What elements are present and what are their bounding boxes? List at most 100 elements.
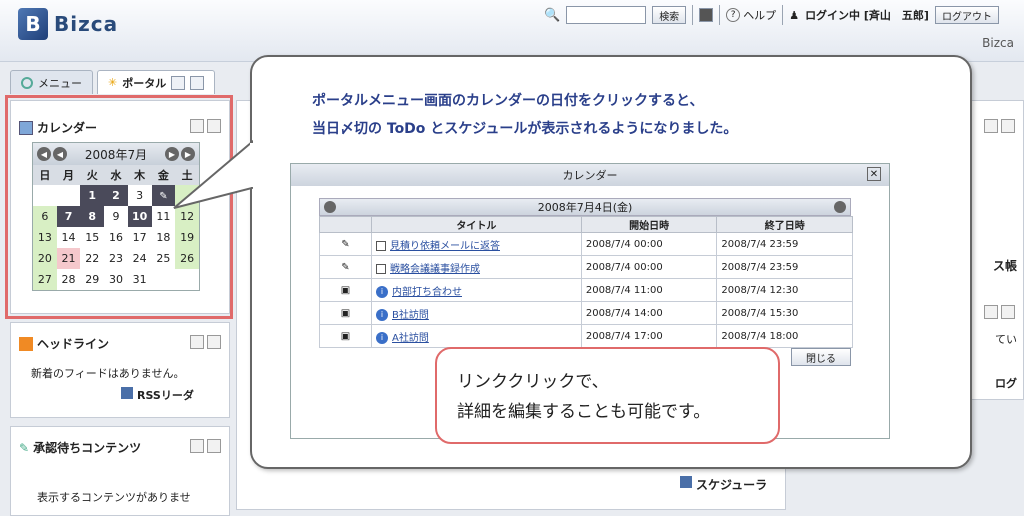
panel-title: ✎ 承認待ちコンテンツ	[19, 439, 141, 456]
login-status: ログイン中 [斉山 五郎]	[805, 9, 929, 22]
approval-icon: ✎	[19, 440, 30, 455]
table-row: ▣ i A社訪問 2008/7/4 17:00 2008/7/4 18:00	[319, 324, 853, 348]
user-icon: ♟	[789, 8, 800, 22]
divider	[692, 5, 694, 25]
callout-pointer	[173, 140, 254, 209]
tab-portal[interactable]: ✳ ポータル	[97, 70, 216, 94]
top-toolbar: 🔍 検索 ? ヘルプ ♟ ログイン中 [斉山 五郎] ログアウト	[544, 3, 999, 27]
callout-line: ポータルメニュー画面のカレンダーの日付をクリックすると、	[312, 93, 704, 109]
start-cell: 2008/7/4 11:00	[580, 278, 718, 302]
schedule-icon: ▣	[319, 324, 372, 348]
prev-day-icon[interactable]	[324, 201, 336, 213]
dialog-title: カレンダー	[562, 169, 618, 182]
headline-empty: 新着のフィードはありません。	[31, 367, 185, 380]
schedule-icon: ▣	[319, 278, 372, 302]
fragment-text: てい	[995, 333, 1017, 346]
item-link[interactable]: 内部打ち合わせ	[392, 287, 462, 298]
dialog-titlebar: カレンダー ✕	[291, 164, 889, 186]
title-cell: 見積り依頼メールに返答	[371, 232, 582, 256]
title-cell: i A社訪問	[371, 324, 582, 348]
checkbox-icon	[376, 263, 386, 274]
logo-mark-icon: B	[18, 8, 48, 40]
info-icon: i	[376, 308, 388, 321]
note-line: リンククリックで、	[457, 372, 609, 392]
approval-title: 承認待ちコンテンツ	[33, 441, 142, 455]
tab-label: ポータル	[122, 76, 167, 90]
menu-globe-icon	[21, 76, 33, 89]
minimize-icon[interactable]	[190, 439, 204, 453]
panel-title: ヘッドライン	[19, 335, 109, 352]
info-icon: i	[376, 331, 388, 344]
table-row: ✎ 見積り依頼メールに返答 2008/7/4 00:00 2008/7/4 23:59	[319, 232, 853, 256]
panel-controls	[984, 305, 1015, 319]
dialog-date: 2008年7月4日(金)	[537, 201, 633, 214]
maximize-icon[interactable]	[1001, 305, 1015, 319]
logout-button[interactable]: ログアウト	[934, 6, 999, 24]
arrow-icon	[121, 387, 133, 399]
close-button[interactable]: 閉じる	[791, 348, 851, 366]
item-link[interactable]: 見積り依頼メールに返答	[390, 241, 500, 252]
item-link[interactable]: A社訪問	[392, 333, 429, 344]
tab-menu[interactable]: メニュー	[10, 70, 93, 94]
bizca-logo[interactable]: B Bizca	[18, 8, 118, 40]
end-cell: 2008/7/4 15:30	[716, 301, 853, 325]
panel-controls	[190, 439, 221, 453]
end-cell: 2008/7/4 12:30	[716, 278, 853, 302]
schedule-table: タイトル 開始日時 終了日時 ✎ 見積り依頼メールに返答 2008/7/4 00:00 2…	[319, 216, 853, 348]
search-input[interactable]	[566, 6, 647, 24]
tab-refresh-icon[interactable]	[190, 75, 205, 90]
headline-title: ヘッドライン	[37, 337, 110, 351]
link-label: RSSリーダ	[137, 389, 194, 402]
fragment-text: ス帳	[992, 259, 1017, 273]
todo-icon: ✎	[319, 232, 372, 256]
portal-sun-icon: ✳	[108, 76, 118, 89]
display-toggle-icon[interactable]	[699, 8, 714, 22]
start-cell: 2008/7/4 00:00	[580, 255, 718, 279]
close-icon[interactable]: ✕	[867, 167, 881, 181]
app-header: B Bizca 🔍 検索 ? ヘルプ ♟ ログイン中 [斉山 五郎] ログアウト B…	[0, 0, 1024, 62]
callout-message: ポータルメニュー画面のカレンダーの日付をクリックすると、当日〆切の ToDo と…	[312, 87, 737, 143]
help-label: ヘルプ	[743, 9, 777, 22]
search-icon: 🔍	[544, 7, 561, 23]
column-header: 終了日時	[716, 216, 853, 233]
end-cell: 2008/7/4 23:59	[716, 255, 853, 279]
minimize-icon[interactable]	[984, 119, 998, 133]
site-name: Bizca	[982, 36, 1014, 50]
note-callout: リンククリックで、 詳細を編集することも可能です。	[435, 347, 780, 444]
item-link[interactable]: 戦略会議議事録作成	[390, 264, 480, 275]
minimize-icon[interactable]	[190, 335, 204, 349]
rss-icon	[19, 336, 33, 351]
maximize-icon[interactable]	[1001, 119, 1015, 133]
search-button[interactable]: 検索	[652, 6, 687, 24]
headline-panel: ヘッドライン 新着のフィードはありません。 RSSリーダ	[10, 322, 230, 418]
end-cell: 2008/7/4 23:59	[716, 232, 853, 256]
column-header	[319, 216, 372, 233]
item-link[interactable]: B社訪問	[392, 310, 429, 321]
rss-reader-link[interactable]: RSSリーダ	[121, 387, 194, 403]
note-line: 詳細を編集することも可能です。	[457, 402, 711, 422]
divider	[782, 5, 784, 25]
logo-text: Bizca	[54, 12, 119, 36]
minimize-icon[interactable]	[984, 305, 998, 319]
link-label: スケジューラ	[696, 478, 768, 492]
arrow-icon	[680, 476, 692, 488]
callout-line: 当日〆切の ToDo とスケジュールが表示されるようになりました。	[312, 121, 738, 137]
title-cell: 戦略会議議事録作成	[371, 255, 582, 279]
column-header: 開始日時	[580, 216, 718, 233]
schedule-icon: ▣	[319, 301, 372, 325]
tab-label: メニュー	[38, 76, 82, 90]
panel-controls	[984, 119, 1015, 133]
title-cell: i 内部打ち合わせ	[371, 278, 582, 302]
maximize-icon[interactable]	[207, 439, 221, 453]
maximize-icon[interactable]	[207, 335, 221, 349]
portal-tabs: メニュー ✳ ポータル	[10, 70, 216, 94]
scheduler-link[interactable]: スケジューラ	[680, 476, 767, 493]
fragment-text: ログ	[995, 377, 1017, 390]
todo-icon: ✎	[319, 255, 372, 279]
approval-panel: ✎ 承認待ちコンテンツ 表示するコンテンツがありませ	[10, 426, 230, 516]
next-day-icon[interactable]	[833, 201, 846, 213]
help-icon: ?	[726, 8, 741, 22]
help-link[interactable]: ? ヘルプ	[726, 7, 776, 23]
table-row: ✎ 戦略会議議事録作成 2008/7/4 00:00 2008/7/4 23:59	[319, 255, 853, 279]
tab-dropdown-icon[interactable]	[171, 75, 186, 90]
